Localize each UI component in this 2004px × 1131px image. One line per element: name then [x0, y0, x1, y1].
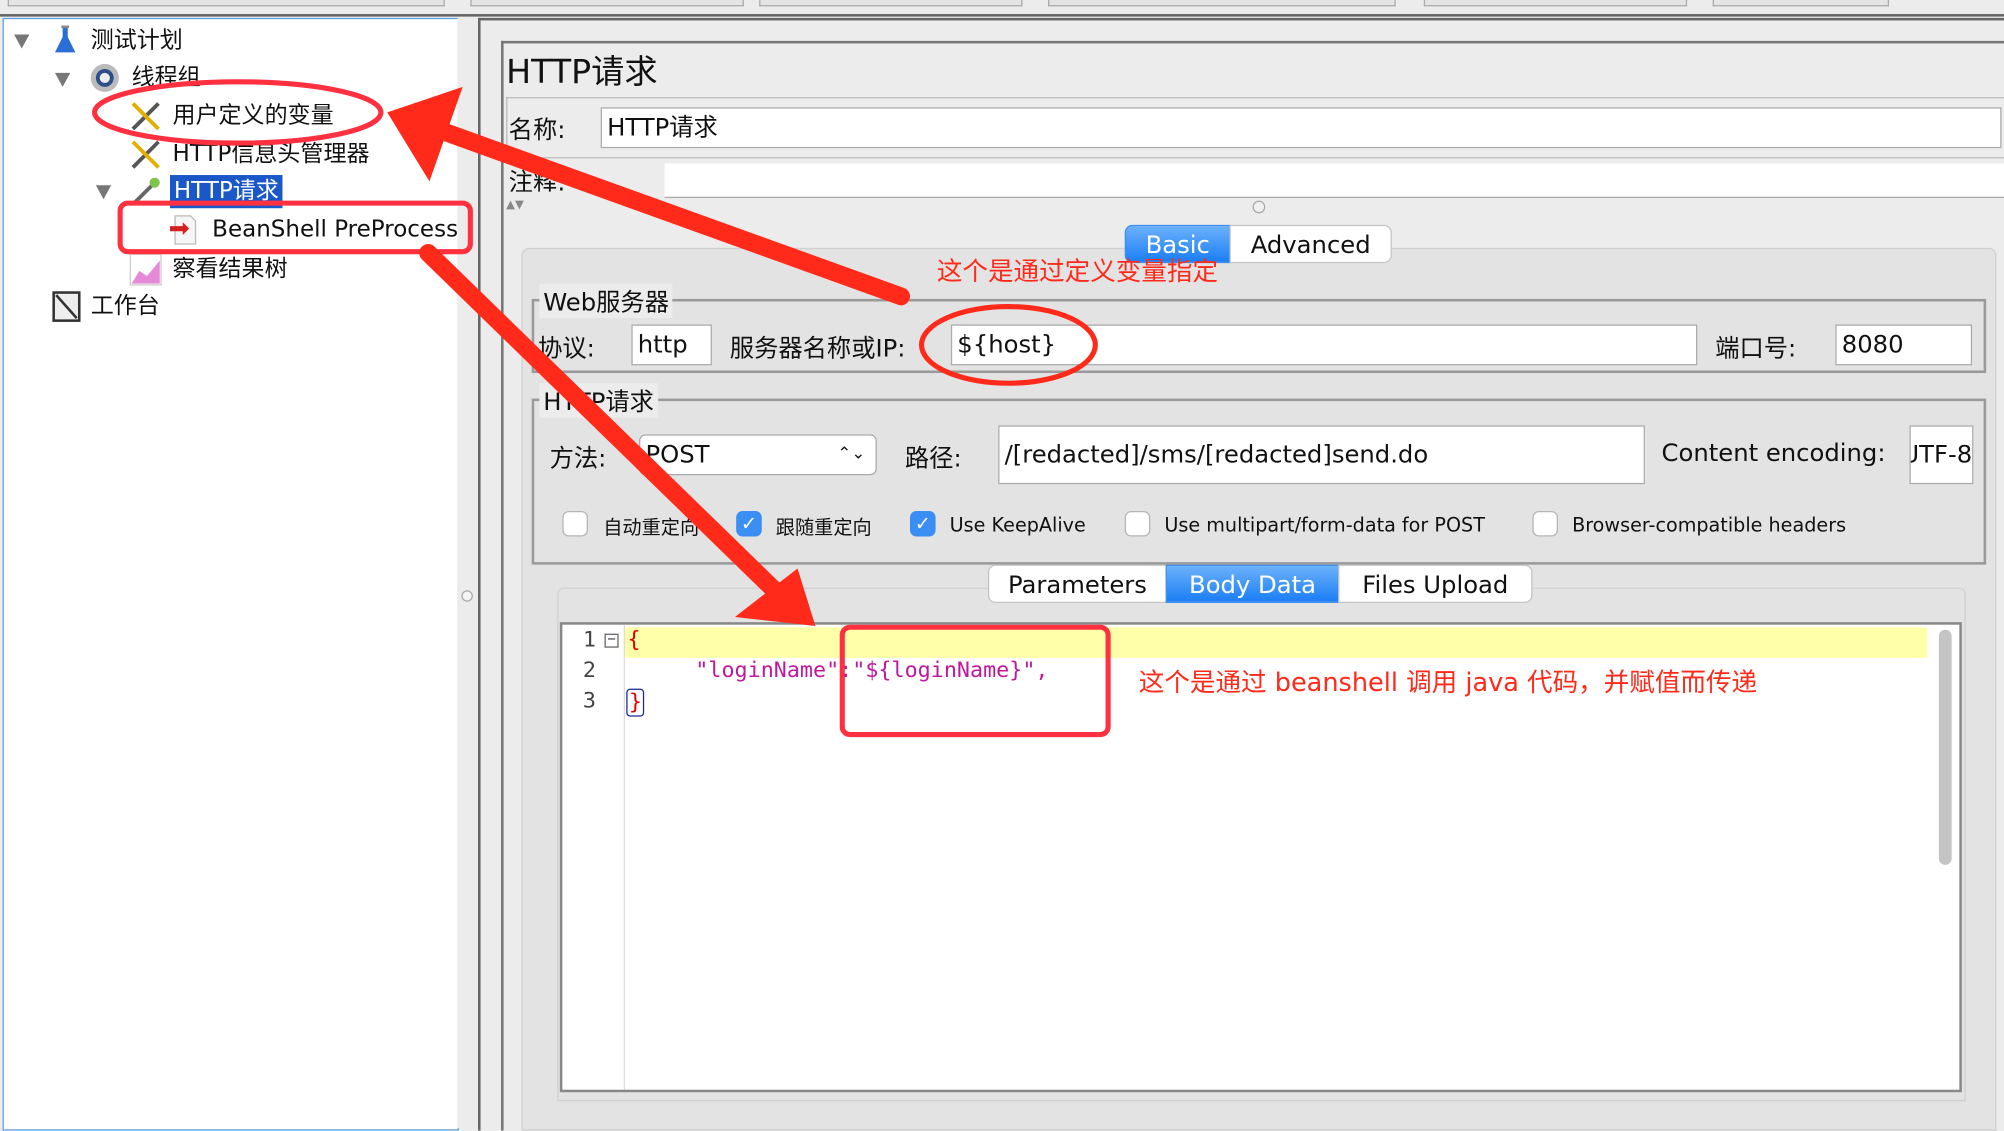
code-line-3: } — [626, 688, 645, 717]
toolbar-buttons-group[interactable] — [470, 0, 744, 7]
port-label: 端口号: — [1715, 334, 1797, 363]
tab-advanced[interactable]: Advanced — [1229, 224, 1392, 264]
line-number: 2 — [582, 657, 596, 684]
page-title: HTTP请求 — [506, 53, 658, 92]
gear-icon — [88, 61, 121, 94]
auto-redirect-checkbox[interactable] — [562, 511, 588, 537]
comment-input[interactable] — [664, 163, 2004, 199]
wrench-icon — [129, 100, 162, 133]
annotation-host-note: 这个是通过定义变量指定 — [936, 255, 1219, 287]
name-input[interactable]: HTTP请求 — [600, 107, 2002, 149]
follow-redirect-checkbox[interactable]: ✓ — [736, 511, 762, 537]
line-number: 1 — [582, 627, 596, 653]
toolbar-buttons-group[interactable] — [7, 0, 445, 7]
divider-handle[interactable] — [1252, 200, 1266, 214]
tree-item-view-results-tree[interactable]: 察看结果树 — [173, 253, 288, 286]
tab-body-data[interactable]: Body Data — [1165, 564, 1340, 603]
graph-icon — [129, 253, 162, 286]
server-input[interactable]: ${host} — [950, 324, 1698, 366]
wrench-icon — [129, 138, 162, 171]
tree-item-thread-group[interactable]: 线程组 — [132, 61, 201, 94]
port-input[interactable]: 8080 — [1835, 324, 1973, 366]
keepalive-label: Use KeepAlive — [949, 513, 1086, 537]
auto-redirect-label: 自动重定向 — [603, 516, 700, 540]
expand-toggle-icon[interactable] — [14, 34, 30, 49]
tree-item-user-defined-variables[interactable]: 用户定义的变量 — [173, 100, 334, 133]
comment-label: 注释: — [508, 168, 566, 192]
annotation-box-beanshell — [117, 200, 473, 255]
protocol-label: 协议: — [538, 334, 595, 363]
tree-item-test-plan[interactable]: 测试计划 — [91, 24, 183, 57]
annotation-beanshell-note: 这个是通过 beanshell 调用 java 代码，并赋值而传递 — [1138, 666, 1758, 698]
server-label: 服务器名称或IP: — [729, 334, 906, 363]
browser-headers-checkbox[interactable] — [1532, 511, 1559, 537]
editor-scrollbar[interactable] — [1938, 629, 1952, 865]
protocol-input[interactable]: http — [631, 324, 712, 366]
expand-toggle-icon[interactable] — [95, 185, 112, 200]
jmeter-window: 测试计划 线程组 用户定义的变量 HTTP信息头管理器 HTTP请求 BeanS… — [0, 0, 2004, 1131]
keepalive-checkbox[interactable]: ✓ — [910, 511, 936, 537]
splitter-handle[interactable] — [461, 590, 473, 602]
path-label: 路径: — [904, 444, 962, 473]
expand-toggle-icon[interactable] — [54, 72, 71, 87]
line-number: 3 — [582, 688, 596, 715]
code-line-1: { — [627, 627, 641, 653]
multipart-label: Use multipart/form-data for POST — [1164, 513, 1485, 537]
toolbar-buttons-group[interactable] — [759, 0, 1023, 7]
encoding-label: Content encoding: — [1661, 439, 1886, 468]
encoding-input[interactable]: UTF-8 — [1909, 425, 1974, 485]
method-label: 方法: — [549, 444, 607, 473]
toolbar-buttons-group[interactable] — [1048, 0, 1396, 7]
browser-headers-label: Browser-compatible headers — [1572, 513, 1847, 537]
toolbar-divider — [0, 14, 2004, 17]
select-chevron-icon: ⌃⌄ — [837, 444, 866, 464]
collapse-arrows-icon[interactable]: ▲▼ — [506, 199, 524, 212]
method-select[interactable]: POST ⌃⌄ — [639, 434, 877, 476]
current-line-highlight — [623, 627, 1928, 658]
toolbar-buttons-group[interactable] — [1423, 0, 1688, 7]
tab-parameters[interactable]: Parameters — [987, 564, 1167, 603]
path-input[interactable]: /[redacted]/sms/[redacted]send.do — [998, 425, 1645, 485]
http-request-legend: HTTP请求 — [539, 383, 658, 418]
method-value: POST — [645, 440, 710, 469]
split-pane-divider[interactable] — [457, 17, 477, 1129]
flask-icon — [50, 24, 83, 57]
test-plan-tree[interactable]: 测试计划 线程组 用户定义的变量 HTTP信息头管理器 HTTP请求 BeanS… — [2, 17, 459, 1131]
name-label: 名称: — [508, 116, 566, 145]
fold-toggle-icon[interactable]: − — [604, 633, 619, 648]
tree-item-http-header-manager[interactable]: HTTP信息头管理器 — [173, 138, 370, 171]
tree-item-workbench[interactable]: 工作台 — [91, 290, 160, 323]
follow-redirect-label: 跟随重定向 — [775, 516, 872, 540]
tab-files-upload[interactable]: Files Upload — [1338, 564, 1533, 603]
workbench-icon — [50, 290, 83, 323]
multipart-checkbox[interactable] — [1124, 511, 1151, 537]
web-server-legend: Web服务器 — [539, 283, 673, 319]
annotation-box-loginname — [839, 624, 1111, 738]
toolbar-buttons-group[interactable] — [1712, 0, 1890, 7]
